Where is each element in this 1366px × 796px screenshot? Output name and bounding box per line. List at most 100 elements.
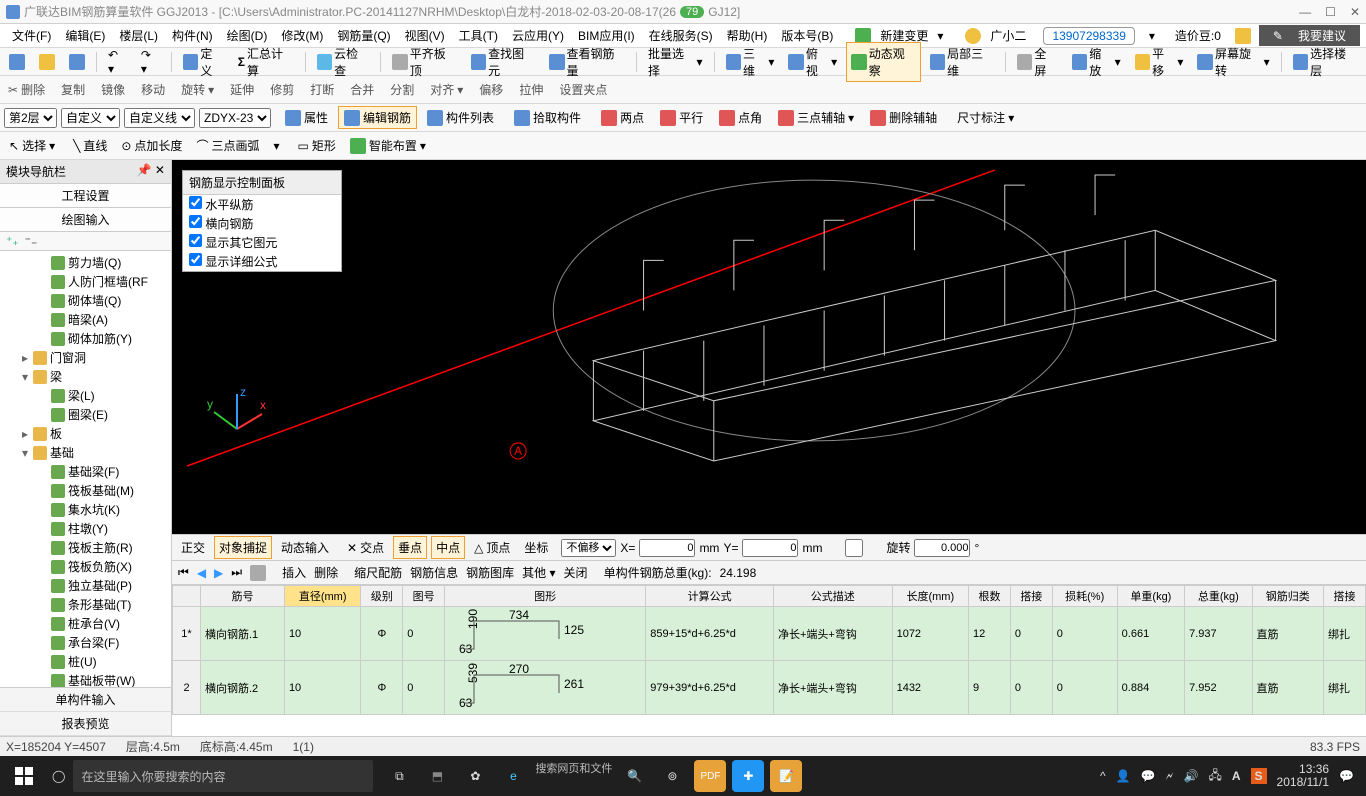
menu-file[interactable]: 文件(F) bbox=[6, 25, 57, 46]
notification-icon[interactable]: 💬 bbox=[1339, 769, 1354, 783]
extend-button[interactable]: 延伸 bbox=[226, 79, 258, 100]
dyn-observe-button[interactable]: 动态观察 bbox=[846, 42, 920, 82]
select-floor-button[interactable]: 选择楼层 bbox=[1288, 42, 1362, 82]
rebar-opt-0[interactable]: 水平纵筋 bbox=[183, 195, 341, 214]
tree-item[interactable]: 桩(U) bbox=[2, 652, 169, 671]
app-5-icon[interactable]: ⊚ bbox=[656, 760, 688, 792]
set-clip-button[interactable]: 设置夹点 bbox=[555, 79, 611, 100]
other-button[interactable]: 其他 ▾ bbox=[522, 564, 555, 581]
ortho-button[interactable]: 正交 bbox=[176, 536, 210, 559]
tree-item[interactable]: 筏板主筋(R) bbox=[2, 538, 169, 557]
cortana-icon[interactable]: ◯ bbox=[52, 769, 65, 783]
type-select[interactable]: 自定义线 bbox=[124, 108, 195, 128]
copy-button[interactable]: 复制 bbox=[57, 79, 89, 100]
property-button[interactable]: 属性 bbox=[279, 106, 334, 129]
rebar-opt-1[interactable]: 横向钢筋 bbox=[183, 214, 341, 233]
align-button[interactable]: 对齐 ▾ bbox=[426, 79, 467, 100]
tree-item[interactable]: 基础梁(F) bbox=[2, 462, 169, 481]
add-length-button[interactable]: ⊙ 点加长度 bbox=[116, 135, 187, 156]
rect-button[interactable]: ▭ 矩形 bbox=[293, 135, 341, 156]
tree-item[interactable]: 人防门框墙(RF bbox=[2, 272, 169, 291]
tree-item[interactable]: ▾基础 bbox=[2, 443, 169, 462]
nav-tree[interactable]: 剪力墙(Q)人防门框墙(RF砌体墙(Q)暗梁(A)砌体加筋(Y)▸门窗洞▾梁梁(… bbox=[0, 251, 171, 687]
insert-button[interactable]: 插入 bbox=[282, 564, 306, 581]
new-icon[interactable] bbox=[4, 51, 30, 73]
canvas-3d[interactable]: A 钢筋显示控制面板 水平纵筋 横向钢筋 显示其它图元 显示详细公式 x y z bbox=[172, 160, 1366, 534]
close-button[interactable]: 关闭 bbox=[564, 564, 588, 581]
parallel-button[interactable]: 平行 bbox=[654, 106, 709, 129]
point-angle-button[interactable]: 点角 bbox=[713, 106, 768, 129]
scale-rebar-button[interactable]: 缩尺配筋 bbox=[354, 564, 402, 581]
rebar-info-button[interactable]: 钢筋信息 bbox=[410, 564, 458, 581]
3d-button[interactable]: 三维 ▾ bbox=[721, 42, 780, 82]
tray-ime-s-icon[interactable]: S bbox=[1251, 768, 1267, 784]
tree-item[interactable]: 独立基础(P) bbox=[2, 576, 169, 595]
app-8-icon[interactable]: 📝 bbox=[770, 760, 802, 792]
expand-icon[interactable]: ⁺₊ bbox=[6, 234, 19, 248]
prev-icon[interactable]: ◀ bbox=[197, 566, 206, 580]
three-aux-button[interactable]: 三点辅轴 ▾ bbox=[772, 106, 860, 129]
tray-vol-icon[interactable]: 🔊 bbox=[1184, 769, 1199, 783]
component-select[interactable]: ZDYX-23 bbox=[199, 108, 271, 128]
app-7-icon[interactable]: ✚ bbox=[732, 760, 764, 792]
rotate-input[interactable] bbox=[914, 539, 970, 557]
tree-item[interactable]: 剪力墙(Q) bbox=[2, 253, 169, 272]
app-4-icon[interactable]: 🔍 bbox=[618, 760, 650, 792]
pan-button[interactable]: 平移 ▾ bbox=[1130, 42, 1189, 82]
task-view-icon[interactable]: ⧉ bbox=[383, 760, 415, 792]
sum-calc-button[interactable]: Σ 汇总计算 bbox=[233, 42, 299, 82]
single-component-tab[interactable]: 单构件输入 bbox=[0, 688, 171, 712]
cloud-check-button[interactable]: 云检查 bbox=[312, 42, 375, 82]
tree-item[interactable]: 桩承台(V) bbox=[2, 614, 169, 633]
tray-net-icon[interactable]: 🖧 bbox=[1208, 766, 1221, 787]
move-button[interactable]: 移动 bbox=[137, 79, 169, 100]
tree-item[interactable]: 承台梁(F) bbox=[2, 633, 169, 652]
menu-edit[interactable]: 编辑(E) bbox=[59, 25, 111, 46]
app-1-icon[interactable]: ⬒ bbox=[421, 760, 453, 792]
tree-item[interactable]: 砌体加筋(Y) bbox=[2, 329, 169, 348]
perp-button[interactable]: 垂点 bbox=[393, 536, 427, 559]
smart-layout-button[interactable]: 智能布置 ▾ bbox=[345, 135, 431, 156]
search-input[interactable]: 在这里输入你要搜索的内容 bbox=[73, 760, 373, 792]
minimize-icon[interactable]: — bbox=[1299, 5, 1311, 19]
three-arc-button[interactable]: ⌒ 三点画弧 bbox=[191, 135, 264, 156]
tree-item[interactable]: 暗梁(A) bbox=[2, 310, 169, 329]
sidebar-tab-settings[interactable]: 工程设置 bbox=[0, 184, 171, 208]
split-button[interactable]: 分割 bbox=[386, 79, 418, 100]
undo-icon[interactable]: ↶ ▾ bbox=[103, 45, 132, 79]
next-icon[interactable]: ▶ bbox=[214, 566, 223, 580]
rebar-opt-3[interactable]: 显示详细公式 bbox=[183, 252, 341, 271]
menu-floor[interactable]: 楼层(L) bbox=[113, 25, 164, 46]
offset-button[interactable]: 偏移 bbox=[475, 79, 507, 100]
sidebar-tab-draw[interactable]: 绘图输入 bbox=[0, 208, 171, 232]
top-view-button[interactable]: 俯视 ▾ bbox=[783, 42, 842, 82]
line-button[interactable]: ╲ 直线 bbox=[68, 135, 112, 156]
offset-select[interactable]: 不偏移 bbox=[561, 539, 616, 557]
x-input[interactable] bbox=[639, 539, 695, 557]
close-icon[interactable]: ✕ bbox=[1350, 5, 1360, 19]
tray-ime-a-icon[interactable]: A bbox=[1232, 769, 1241, 783]
start-button[interactable] bbox=[4, 756, 44, 796]
object-snap-button[interactable]: 对象捕捉 bbox=[214, 536, 272, 559]
tree-item[interactable]: ▾梁 bbox=[2, 367, 169, 386]
list-icon[interactable] bbox=[250, 565, 266, 581]
fullscreen-button[interactable]: 全屏 bbox=[1012, 42, 1063, 82]
tray-power-icon[interactable]: 🗲 bbox=[1166, 769, 1174, 784]
vertex-button[interactable]: △ 顶点 bbox=[469, 536, 515, 559]
tree-item[interactable]: 圈梁(E) bbox=[2, 405, 169, 424]
dyn-input-button[interactable]: 动态输入 bbox=[276, 536, 334, 559]
rotate-checkbox[interactable] bbox=[826, 539, 882, 557]
two-point-button[interactable]: 两点 bbox=[595, 106, 650, 129]
local-3d-button[interactable]: 局部三维 bbox=[925, 42, 999, 82]
break-button[interactable]: 打断 bbox=[306, 79, 338, 100]
rebar-opt-2[interactable]: 显示其它图元 bbox=[183, 233, 341, 252]
tree-item[interactable]: ▸板 bbox=[2, 424, 169, 443]
more-draw-icon[interactable]: ▾ bbox=[268, 137, 284, 155]
last-icon[interactable]: ⏭ bbox=[231, 565, 242, 580]
zoom-button[interactable]: 缩放 ▾ bbox=[1067, 42, 1126, 82]
tree-item[interactable]: 柱墩(Y) bbox=[2, 519, 169, 538]
select-button[interactable]: ↖ 选择 ▾ bbox=[4, 135, 60, 156]
rotate-button[interactable]: 旋转 ▾ bbox=[177, 79, 218, 100]
tray-up-icon[interactable]: ^ bbox=[1100, 769, 1106, 783]
tray-people-icon[interactable]: 👤 bbox=[1116, 769, 1131, 783]
